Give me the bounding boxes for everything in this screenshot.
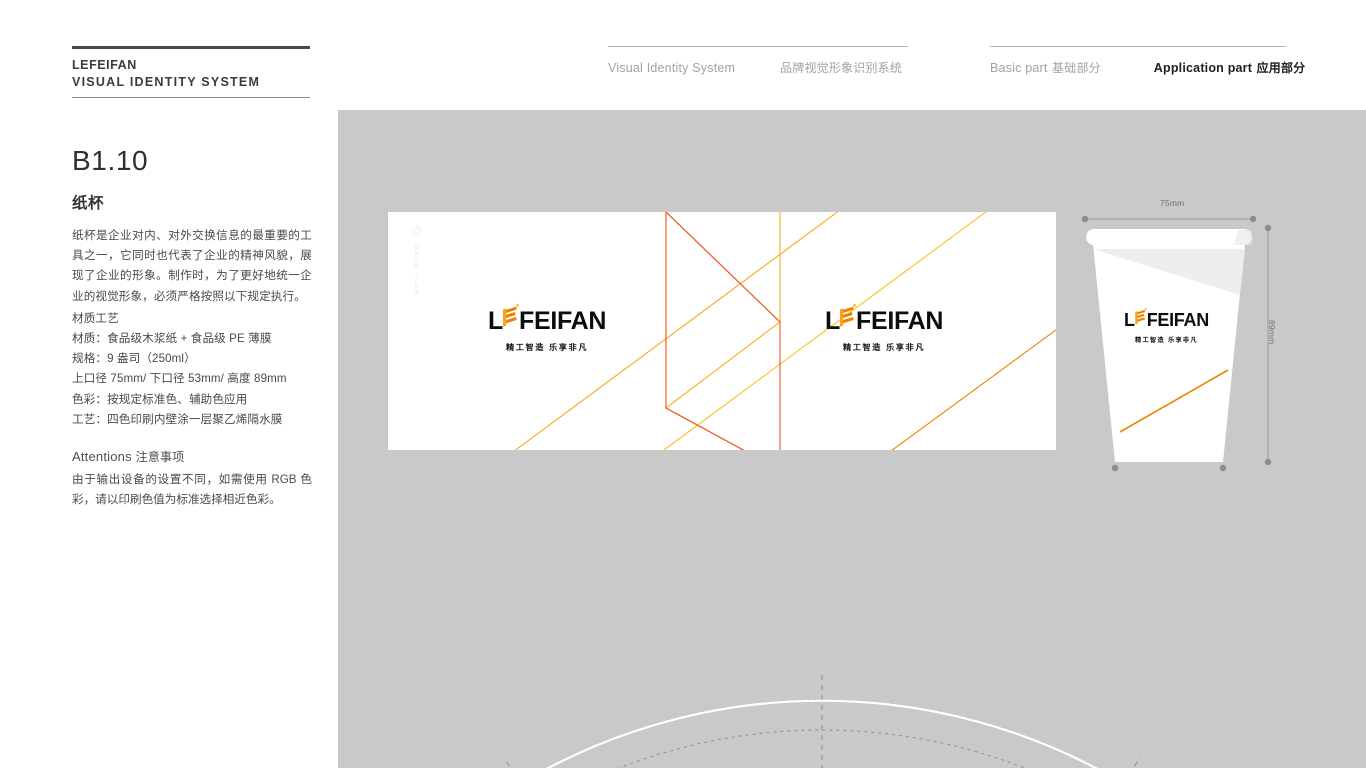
logo-lockup-left: L FEIFAN 精工智造 乐享非凡 (488, 303, 607, 353)
attentions-heading-en: Attentions (72, 449, 132, 465)
nav-row-system: Visual Identity System 品牌视觉形象识别系统 (608, 59, 908, 77)
brand-system-name: VISUAL IDENTITY SYSTEM (72, 74, 261, 89)
die-cut-template (338, 490, 1366, 768)
recycle-icon: ♲ (410, 223, 424, 240)
logo-e-icon (839, 303, 856, 329)
logo-tagline: 精工智造 乐享非凡 (505, 343, 589, 352)
logo-wordmark: L FEIFAN (488, 303, 607, 335)
cup-mockup: 75mm 89mm L FEIFAN 精工智造 乐享非凡 (1080, 198, 1302, 485)
nav-item-basic-cn[interactable]: 基础部分 (1052, 59, 1101, 76)
left-column: LEFEIFAN VISUAL IDENTITY SYSTEM B1.10 纸杯… (72, 46, 316, 510)
brand-rule-bottom (72, 97, 310, 98)
section-code: B1.10 (72, 145, 149, 176)
nav-group-parts: Basic part 基础部分 Application part 应用部分 (990, 46, 1305, 77)
attentions-heading-cn: 注意事项 (135, 450, 185, 465)
nav-item-application-cn[interactable]: 应用部分 (1257, 59, 1306, 76)
logo-wordmark: L FEIFAN (1124, 307, 1210, 330)
spec-list: 材质工艺 材质：食品级木浆纸 + 食品级 PE 薄膜 规格：9 盎司（250ml… (72, 309, 316, 430)
logo-e-icon (502, 303, 519, 329)
logo-tagline: 精工智造 乐享非凡 (842, 343, 926, 352)
recycle-mark: ♲ 爱护环境 人人有责 (402, 224, 432, 295)
spec-item: 材质：食品级木浆纸 + 食品级 PE 薄膜 (72, 332, 272, 346)
logo-word-left: L (825, 307, 840, 335)
nav-rule (990, 46, 1286, 47)
spec-item: 色彩：按规定标准色、辅助色应用 (72, 392, 248, 406)
nav-item-basic-en[interactable]: Basic part (990, 61, 1048, 75)
attentions-heading: Attentions 注意事项 (72, 448, 316, 465)
cup-width-label: 75mm (1160, 198, 1185, 208)
spec-heading: 材质工艺 (72, 311, 119, 325)
spec-item: 规格：9 盎司（250ml） (72, 352, 196, 366)
nav-row-parts: Basic part 基础部分 Application part 应用部分 (990, 59, 1305, 77)
logo-word-right: FEIFAN (518, 307, 607, 335)
spec-item: 上口径 75mm/ 下口径 53mm/ 高度 89mm (72, 372, 287, 386)
section-title: 纸杯 (72, 195, 105, 212)
nav-group-system: Visual Identity System 品牌视觉形象识别系统 (608, 46, 908, 77)
logo-word-right: FEIFAN (855, 307, 944, 335)
section-description: 纸杯是企业对内、对外交换信息的最重要的工具之一，它同时也代表了企业的精神风貌，展… (72, 229, 312, 303)
nav-item-vis-cn[interactable]: 品牌视觉形象识别系统 (780, 59, 902, 76)
cup-logo-lockup: L FEIFAN 精工智造 乐享非凡 (1124, 307, 1210, 344)
recycle-caption: 爱护环境 人人有责 (413, 245, 419, 296)
nav-item-vis-en[interactable]: Visual Identity System (608, 61, 735, 75)
nav-rule (608, 46, 908, 47)
cup-height-label: 89mm (1267, 320, 1277, 345)
attentions-body: 由于输出设备的设置不同，如需使用 RGB 色彩，请以印刷色值为标准选择相近色彩。 (72, 473, 312, 507)
artwork-stage: ♲ 爱护环境 人人有责 L FEIFAN 精工智造 乐享非凡 L FEIFAN 精工… (338, 110, 1366, 768)
cup-unwrap-panel: ♲ 爱护环境 人人有责 L FEIFAN 精工智造 乐享非凡 L FEIFAN 精工… (388, 212, 1056, 450)
logo-e-icon (1134, 307, 1147, 326)
brand-name: LEFEIFAN (72, 58, 137, 72)
logo-tagline: 精工智造 乐享非凡 (1134, 337, 1198, 344)
logo-word-right: FEIFAN (1146, 310, 1210, 330)
nav-item-application-en[interactable]: Application part (1154, 61, 1252, 75)
vi-manual-page: LEFEIFAN VISUAL IDENTITY SYSTEM B1.10 纸杯… (0, 0, 1366, 768)
logo-lockup-right: L FEIFAN 精工智造 乐享非凡 (825, 303, 944, 353)
logo-word-left: L (1124, 310, 1135, 330)
spec-item: 工艺：四色印刷内壁涂一层聚乙烯隔水膜 (72, 412, 283, 426)
logo-wordmark: L FEIFAN (825, 303, 944, 335)
logo-word-left: L (488, 307, 503, 335)
brand-lockup: LEFEIFAN VISUAL IDENTITY SYSTEM (72, 49, 316, 90)
